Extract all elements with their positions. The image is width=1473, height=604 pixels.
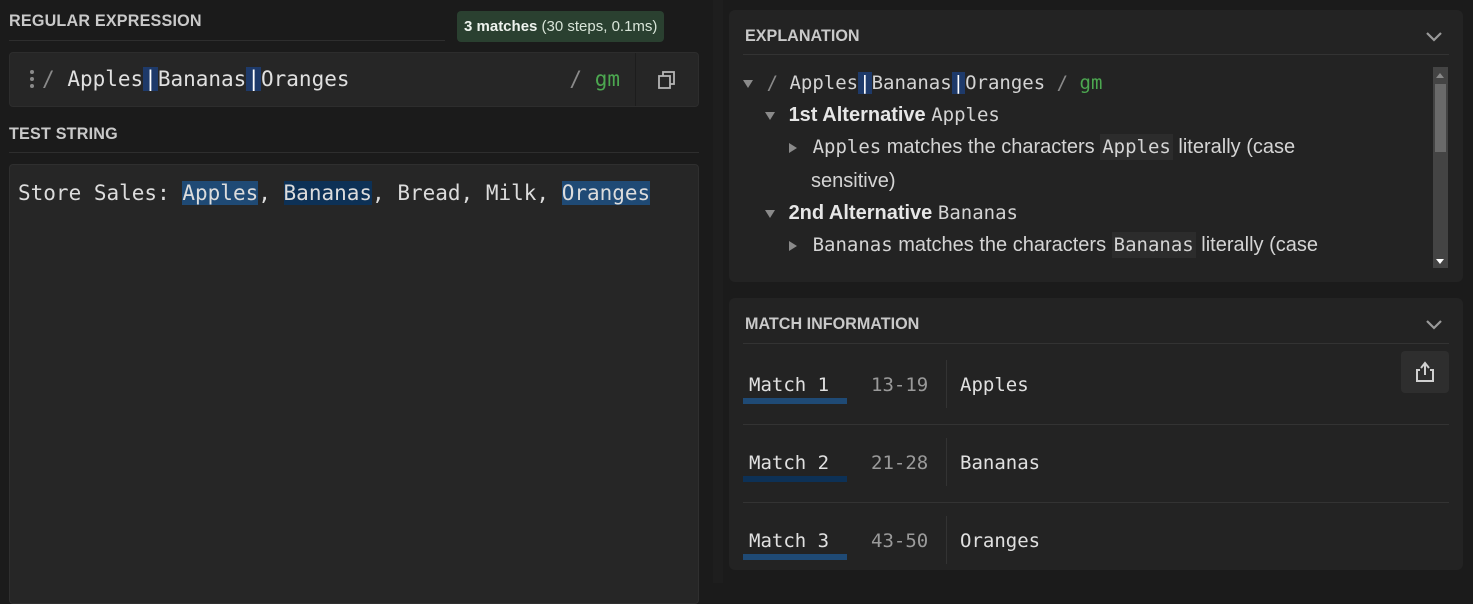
alternation-token: | — [246, 67, 261, 91]
alternative-detail[interactable]: Bananas matches the characters Bananas l… — [789, 232, 1318, 258]
regex-alternative: Oranges — [261, 67, 350, 91]
match-value[interactable]: Bananas — [960, 452, 1040, 474]
detail-token: Bananas — [812, 234, 893, 256]
match-highlight: Bananas — [283, 181, 373, 205]
regex-open-delimiter: / — [766, 72, 779, 94]
match-row[interactable]: Match 1 13-19 Apples — [743, 346, 1449, 424]
plain-text: , Bread, Milk, — [372, 181, 562, 205]
explanation-divider — [743, 54, 1449, 55]
match-label: Match 1 — [749, 374, 830, 396]
regex-flags[interactable]: gm — [595, 67, 620, 91]
pattern-part: Bananas — [871, 72, 952, 94]
match-value[interactable]: Oranges — [960, 530, 1040, 552]
match-information-title: MATCH INFORMATION — [745, 314, 920, 333]
alternative-heading: 1st Alternative — [788, 104, 926, 126]
match-count: 3 matches — [464, 18, 538, 35]
match-label: Match 2 — [749, 452, 830, 474]
collapse-triangle-icon[interactable] — [765, 111, 775, 120]
explanation-scrollbar[interactable] — [1433, 67, 1448, 268]
literal-chip: Apples — [1100, 134, 1173, 160]
explanation-title: EXPLANATION — [745, 26, 860, 45]
chevron-down-icon[interactable] — [1425, 319, 1443, 331]
test-string-editor[interactable]: Store Sales: Apples, Bananas, Bread, Mil… — [9, 164, 699, 604]
regex-alternative: Bananas — [157, 67, 247, 91]
scrollbar-thumb[interactable] — [1435, 84, 1446, 152]
explanation-panel: EXPLANATION / Apples|Bananas|Oranges / g… — [729, 10, 1463, 282]
match-highlight: Oranges — [561, 181, 651, 205]
match-separator — [946, 516, 947, 564]
match-label: Match 3 — [749, 530, 830, 552]
match-range: 43-50 — [871, 530, 929, 552]
alternative-heading: 2nd Alternative — [788, 202, 933, 224]
match-separator — [946, 438, 947, 486]
regex-alternative: Apples — [67, 67, 144, 91]
alternative-token: Apples — [931, 104, 1000, 126]
match-separator — [946, 360, 947, 408]
match-range: 13-19 — [871, 374, 929, 396]
match-information-panel: MATCH INFORMATION Match 1 13-19 Apples M… — [729, 298, 1463, 570]
match-color-bar — [743, 476, 847, 482]
detail-token: Apples — [812, 136, 882, 158]
copy-icon — [658, 70, 675, 89]
match-steps: (30 steps, 0.1ms) — [541, 18, 658, 35]
column-resizer[interactable] — [713, 0, 723, 583]
detail-text: matches the characters — [898, 234, 1107, 256]
vertical-dots-icon[interactable] — [30, 70, 35, 91]
detail-text: matches the characters — [886, 136, 1095, 158]
plain-text: Store Sales: — [18, 181, 183, 205]
alternation-token: | — [951, 72, 966, 94]
regex-close-delimiter: / — [569, 67, 583, 91]
test-string-text[interactable]: Store Sales: Apples, Bananas, Bread, Mil… — [18, 175, 678, 211]
match-highlight: Apples — [182, 181, 259, 205]
regex-flags: gm — [1079, 72, 1103, 94]
regex-open-delimiter: / — [42, 67, 55, 91]
alternative-node[interactable]: 2nd Alternative Bananas — [765, 202, 1018, 225]
match-row[interactable]: Match 3 43-50 Oranges — [743, 502, 1449, 580]
regex-flags-area[interactable]: / gm — [569, 67, 620, 91]
collapse-triangle-icon[interactable] — [743, 79, 753, 88]
match-row[interactable]: Match 2 21-28 Bananas — [743, 424, 1449, 502]
explanation-root-node[interactable]: / Apples|Bananas|Oranges / gm — [743, 72, 1102, 95]
pattern-part: Oranges — [965, 72, 1046, 94]
expand-triangle-icon[interactable] — [789, 240, 797, 251]
alternation-token: | — [858, 72, 872, 94]
alternative-detail[interactable]: Apples matches the characters Apples lit… — [789, 134, 1296, 160]
test-string-section-label: TEST STRING — [9, 124, 118, 143]
match-color-bar — [743, 554, 847, 560]
match-color-bar — [743, 398, 847, 404]
match-summary-badge: 3 matches (30 steps, 0.1ms) — [457, 11, 665, 42]
alternative-token: Bananas — [937, 202, 1018, 224]
regex-input[interactable]: / Apples|Bananas|Oranges / gm — [9, 52, 699, 107]
chevron-down-icon[interactable] — [1425, 31, 1443, 43]
regex-close-delimiter: / — [1056, 72, 1069, 94]
match-value[interactable]: Apples — [960, 374, 1029, 396]
regex-label-divider — [9, 40, 445, 41]
expand-triangle-icon[interactable] — [789, 142, 797, 153]
detail-wrap: sensitive) — [811, 170, 896, 192]
copy-regex-button[interactable] — [635, 53, 698, 106]
pattern-part: Apples — [789, 72, 859, 94]
test-string-label-divider — [9, 152, 699, 153]
plain-text: , — [258, 181, 284, 205]
regex-pattern[interactable]: / Apples|Bananas|Oranges — [42, 67, 350, 91]
literal-chip: Bananas — [1111, 232, 1196, 258]
alternation-token: | — [143, 67, 158, 91]
scroll-up-arrow-icon[interactable] — [1436, 73, 1444, 78]
scroll-down-arrow-icon[interactable] — [1436, 259, 1444, 264]
alternative-node[interactable]: 1st Alternative Apples — [765, 104, 1000, 127]
regex-editor-column: REGULAR EXPRESSION 3 matches (30 steps, … — [9, 0, 699, 604]
detail-text: literally (case — [1178, 136, 1296, 158]
regex-section-label: REGULAR EXPRESSION — [9, 11, 202, 30]
match-range: 21-28 — [871, 452, 929, 474]
detail-text: literally (case — [1201, 234, 1318, 256]
collapse-triangle-icon[interactable] — [765, 209, 775, 218]
match-information-divider — [743, 343, 1449, 344]
